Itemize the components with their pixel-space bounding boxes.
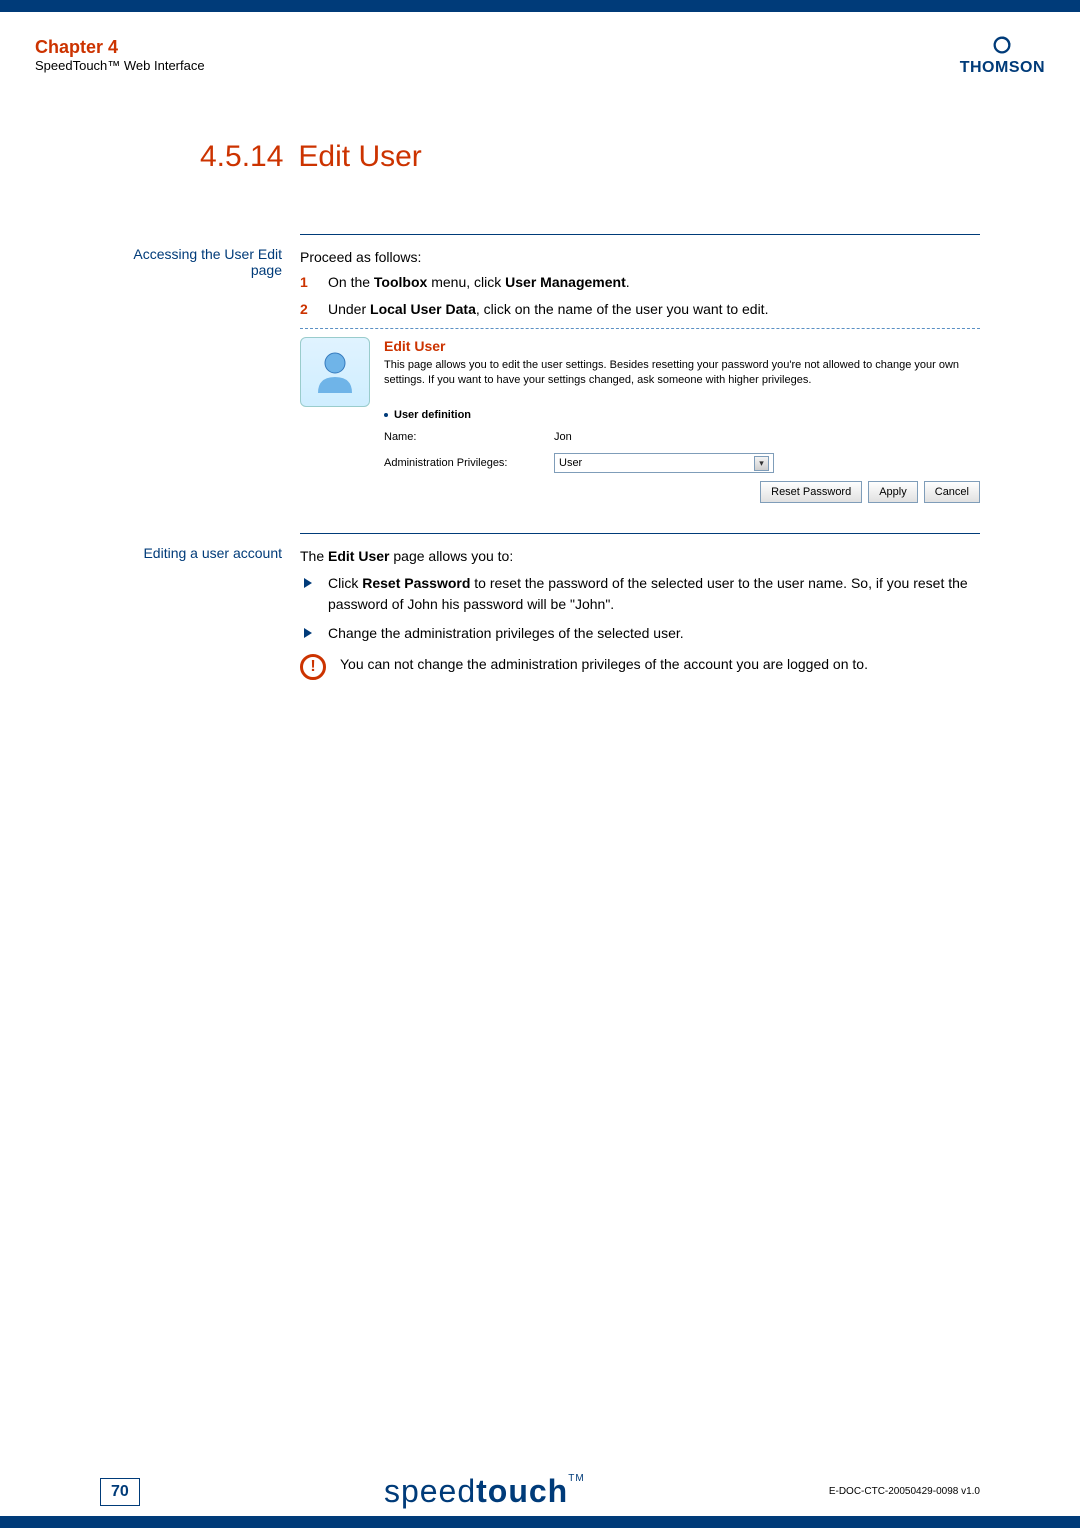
tm-icon: TM xyxy=(568,1473,584,1484)
warning-text: You can not change the administration pr… xyxy=(340,654,868,675)
footer-bar: 70 speedtouchTM E-DOC-CTC-20050429-0098 … xyxy=(0,1473,1080,1510)
apply-button[interactable]: Apply xyxy=(868,481,918,503)
brand-icon xyxy=(991,34,1013,56)
field-name: Name: Jon xyxy=(384,430,980,445)
privileges-select-value: User xyxy=(559,456,582,471)
brand-text: THOMSON xyxy=(960,59,1045,77)
t: Local User Data xyxy=(370,301,476,317)
warning-row: ! You can not change the administration … xyxy=(300,654,980,680)
t: Reset Password xyxy=(362,575,470,591)
section-title: Edit User xyxy=(298,140,421,174)
chapter-label: Chapter 4 xyxy=(35,37,205,58)
embedded-body: Edit User This page allows you to edit t… xyxy=(384,337,980,503)
privileges-select[interactable]: User ▾ xyxy=(554,453,774,473)
person-icon xyxy=(310,347,360,397)
userdef-title-text: User definition xyxy=(394,408,471,423)
t: On the xyxy=(328,274,374,290)
cancel-button[interactable]: Cancel xyxy=(924,481,980,503)
t: menu, click xyxy=(427,274,505,290)
footer-brand-thin: speed xyxy=(384,1473,476,1509)
t: Toolbox xyxy=(374,274,427,290)
warning-icon: ! xyxy=(300,654,326,680)
editing-block: Editing a user account The Edit User pag… xyxy=(100,533,980,680)
userdef-title: User definition xyxy=(384,408,980,423)
access-body: Proceed as follows: On the Toolbox menu,… xyxy=(300,234,980,503)
access-sidelabel-l1: Accessing the User Edit xyxy=(100,246,282,262)
footer-brand-bold: touch xyxy=(476,1473,568,1509)
access-intro: Proceed as follows: xyxy=(300,247,980,268)
access-sidelabel-l2: page xyxy=(100,262,282,278)
panel-desc: This page allows you to edit the user se… xyxy=(384,358,980,388)
reset-password-button[interactable]: Reset Password xyxy=(760,481,862,503)
chevron-down-icon: ▾ xyxy=(754,456,769,471)
editing-body: The Edit User page allows you to: Click … xyxy=(300,533,980,680)
t: . xyxy=(626,274,630,290)
embedded-panel: Edit User This page allows you to edit t… xyxy=(300,328,980,503)
access-block: Accessing the User Edit page Proceed as … xyxy=(100,234,980,503)
t: User Management xyxy=(505,274,626,290)
t: Click xyxy=(328,575,362,591)
footer-band xyxy=(0,1516,1080,1528)
section-heading: 4.5.14 Edit User xyxy=(100,140,980,174)
editing-list: Click Reset Password to reset the passwo… xyxy=(300,573,980,644)
access-steps: On the Toolbox menu, click User Manageme… xyxy=(300,272,980,320)
brand-logo: THOMSON xyxy=(960,34,1045,77)
button-row: Reset Password Apply Cancel xyxy=(384,481,980,503)
panel-title: Edit User xyxy=(384,337,980,356)
field-privileges: Administration Privileges: User ▾ xyxy=(384,453,980,473)
name-value: Jon xyxy=(554,430,980,445)
access-sidelabel: Accessing the User Edit page xyxy=(100,234,300,503)
t: Edit User xyxy=(328,548,389,564)
page-number: 70 xyxy=(100,1478,140,1506)
section-number: 4.5.14 xyxy=(200,140,283,174)
priv-label: Administration Privileges: xyxy=(384,456,554,471)
t: page allows you to: xyxy=(389,548,513,564)
priv-value-wrap: User ▾ xyxy=(554,453,980,473)
bullet-icon xyxy=(384,413,388,417)
footer-brand: speedtouchTM xyxy=(384,1473,585,1510)
content: 4.5.14 Edit User Accessing the User Edit… xyxy=(100,140,980,710)
t: , click on the name of the user you want… xyxy=(476,301,769,317)
chapter-block: Chapter 4 SpeedTouch™ Web Interface xyxy=(35,37,205,73)
header-band xyxy=(0,0,1080,12)
chapter-subtitle: SpeedTouch™ Web Interface xyxy=(35,58,205,73)
editing-item-1: Click Reset Password to reset the passwo… xyxy=(300,573,980,615)
access-step-1: On the Toolbox menu, click User Manageme… xyxy=(300,272,980,293)
doc-code: E-DOC-CTC-20050429-0098 v1.0 xyxy=(829,1486,980,1497)
header-bar: Chapter 4 SpeedTouch™ Web Interface THOM… xyxy=(0,25,1080,85)
t: Under xyxy=(328,301,370,317)
name-label: Name: xyxy=(384,430,554,445)
user-icon xyxy=(300,337,370,407)
t: The xyxy=(300,548,328,564)
editing-intro: The Edit User page allows you to: xyxy=(300,546,980,567)
editing-item-2: Change the administration privileges of … xyxy=(300,623,980,644)
access-step-2: Under Local User Data, click on the name… xyxy=(300,299,980,320)
editing-sidelabel: Editing a user account xyxy=(100,533,300,680)
